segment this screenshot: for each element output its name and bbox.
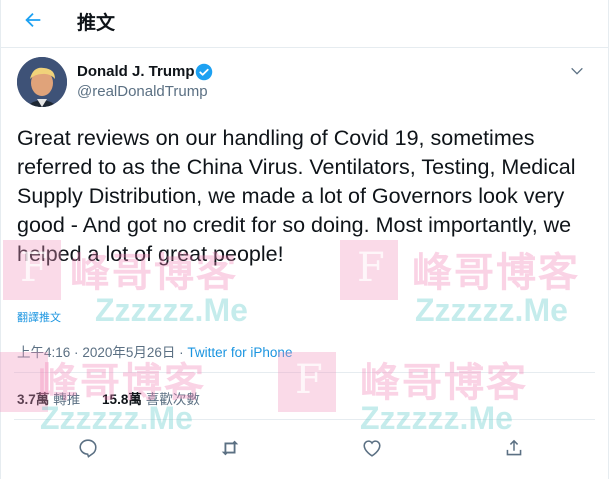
tweet-date[interactable]: 2020年5月26日 (82, 345, 175, 360)
meta-separator: · (74, 345, 79, 360)
retweet-label[interactable]: 轉推 (53, 392, 80, 407)
arrow-left-icon[interactable] (22, 9, 44, 31)
retweet-icon[interactable] (219, 437, 241, 459)
author-handle[interactable]: @realDonaldTrump (77, 83, 208, 100)
tweet-text: Great reviews on our handling of Covid 1… (17, 126, 576, 266)
watermark-logo-letter: F (295, 357, 323, 403)
like-count[interactable]: 15.8萬 (102, 392, 142, 407)
avatar[interactable] (17, 57, 67, 107)
reply-icon[interactable] (77, 437, 99, 459)
watermark-text: 峰哥博客 (360, 360, 528, 406)
page-title: 推文 (77, 12, 116, 34)
tweet-time[interactable]: 上午4:16 (17, 345, 70, 360)
left-border (0, 0, 1, 479)
like-label[interactable]: 喜歡次數 (146, 392, 200, 407)
watermark-url: Zzzzzz.Me (415, 292, 568, 328)
verified-badge-icon (195, 63, 213, 81)
tweet-source[interactable]: Twitter for iPhone (187, 345, 292, 360)
divider (14, 419, 595, 420)
chevron-down-icon[interactable] (569, 63, 585, 79)
translate-link[interactable]: 翻譯推文 (17, 309, 61, 325)
author-name[interactable]: Donald J. Trump (77, 63, 195, 80)
retweet-count[interactable]: 3.7萬 (17, 392, 49, 407)
watermark-logo (278, 352, 336, 412)
header: 推文 (0, 0, 609, 48)
meta-separator: · (179, 345, 184, 360)
watermark-url: Zzzzzz.Me (95, 292, 248, 328)
divider (14, 372, 595, 373)
share-icon[interactable] (503, 437, 525, 459)
like-icon[interactable] (361, 437, 383, 459)
tweet-stats: 3.7萬 轉推 15.8萬 喜歡次數 (17, 388, 218, 408)
tweet-meta: 上午4:16 · 2020年5月26日 · Twitter for iPhone (17, 341, 292, 361)
